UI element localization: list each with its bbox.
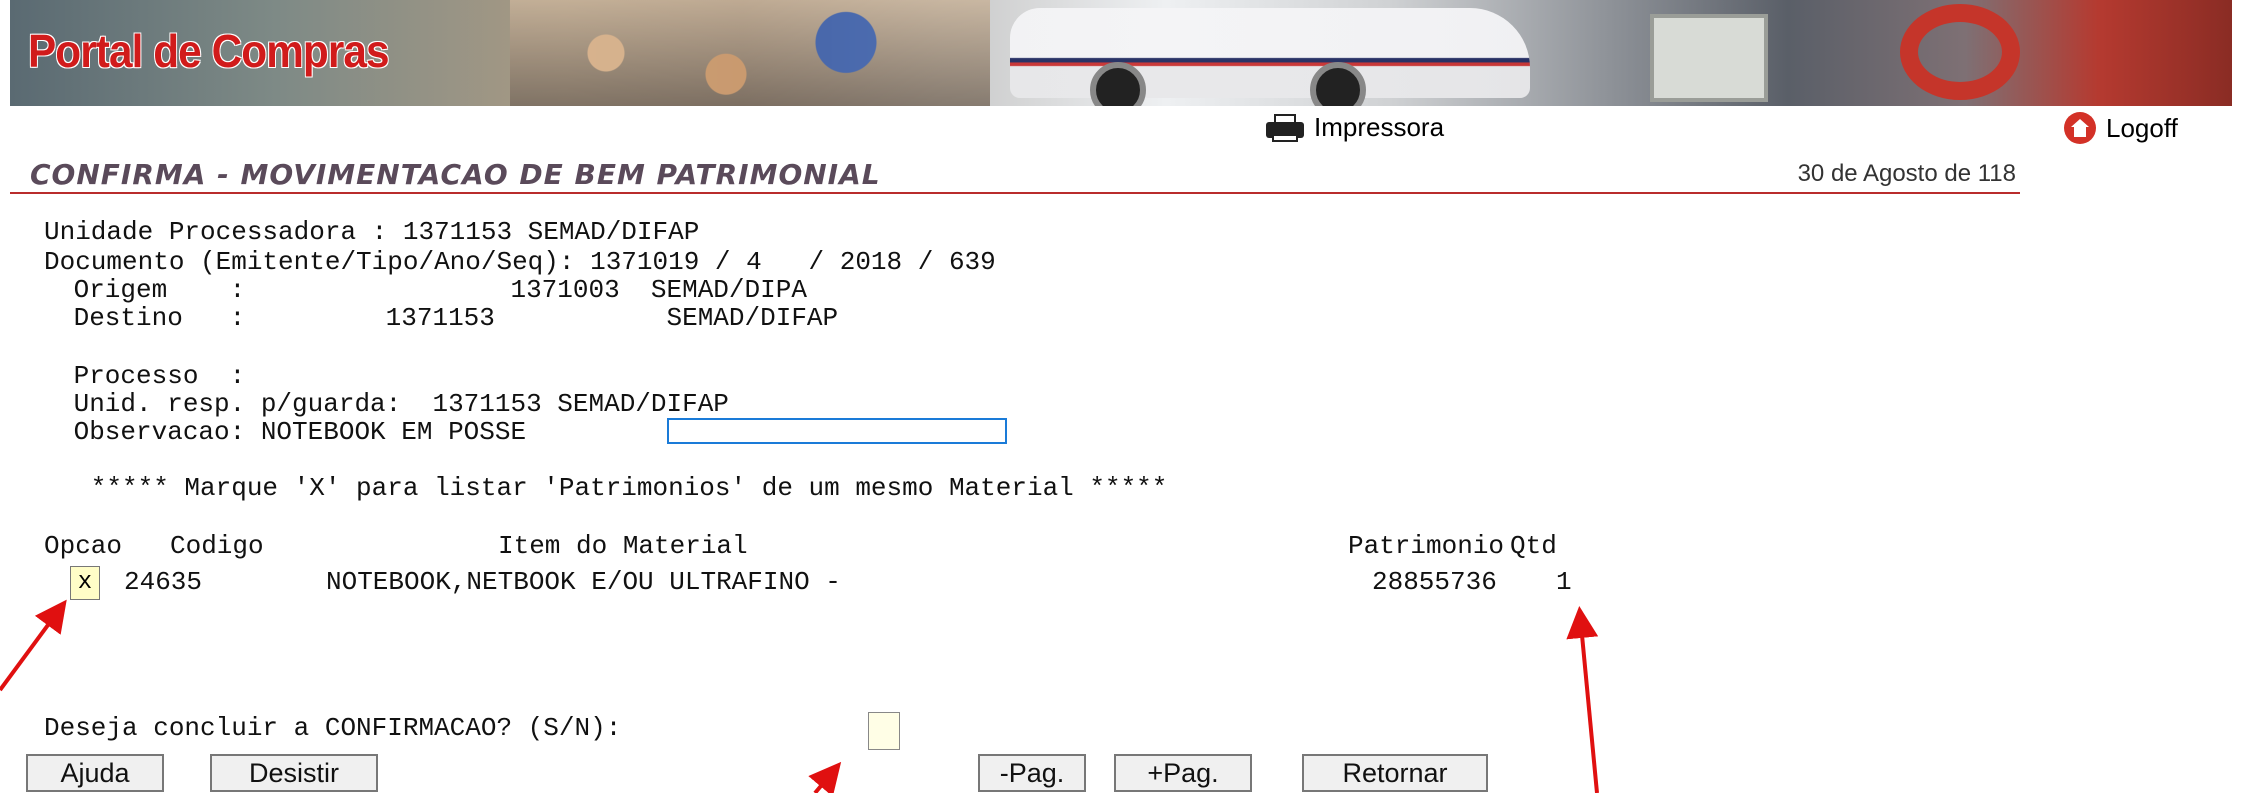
logoff-link[interactable]: Logoff <box>2064 112 2178 144</box>
processo: Processo : <box>58 361 246 391</box>
ajuda-button[interactable]: Ajuda <box>26 754 164 792</box>
desistir-button[interactable]: Desistir <box>210 754 378 792</box>
annotation-arrow <box>808 761 842 793</box>
row-patrimonio: 28855736 <box>1372 567 1497 597</box>
banner-photo-police-cars <box>1010 8 1530 98</box>
confirm-input[interactable] <box>868 712 900 750</box>
portal-title: Portal de Compras <box>28 25 390 77</box>
option-input[interactable]: x <box>70 566 100 600</box>
prev-page-button[interactable]: -Pag. <box>978 754 1086 792</box>
banner-photo-students <box>510 0 990 106</box>
print-label: Impressora <box>1314 112 1445 142</box>
origem: Origem : 1371003 SEMAD/DIPA <box>58 275 807 305</box>
annotation-arrow <box>1566 606 1599 793</box>
printer-icon <box>1266 113 1304 142</box>
confirm-question: Deseja concluir a CONFIRMACAO? (S/N): <box>44 713 622 743</box>
col-header-patrimonio: Patrimonio <box>1348 531 1505 561</box>
print-link[interactable]: Impressora <box>1266 112 1444 143</box>
observacao-label: Observacao: NOTEBOOK EM POSSE <box>58 417 527 447</box>
col-header-codigo: Codigo <box>170 531 264 561</box>
page-title: CONFIRMA - MOVIMENTACAO DE BEM PATRIMONI… <box>30 158 881 191</box>
annotation-arrow <box>0 599 67 692</box>
col-header-qtd: Qtd <box>1510 531 1557 561</box>
page-date: 30 de Agosto de 118 <box>1797 160 2016 187</box>
unidade-processadora: Unidade Processadora : 1371153 SEMAD/DIF… <box>44 217 700 247</box>
next-page-button[interactable]: +Pag. <box>1114 754 1252 792</box>
logoff-label: Logoff <box>2106 112 2178 143</box>
instruction-text: ***** Marque 'X' para listar 'Patrimonio… <box>44 473 1168 503</box>
header-banner: Portal de Compras <box>10 0 2232 106</box>
title-divider <box>10 192 2020 194</box>
at-symbol-logo <box>1900 4 2020 100</box>
row-item: NOTEBOOK,NETBOOK E/OU ULTRAFINO - <box>326 567 841 597</box>
documento: Documento (Emitente/Tipo/Ano/Seq): 13710… <box>44 247 996 277</box>
observacao-input[interactable] <box>667 418 1007 444</box>
row-codigo: 24635 <box>124 567 203 597</box>
col-header-item: Item do Material <box>498 531 748 561</box>
banner-photo-monitor <box>1650 14 1768 102</box>
col-header-opcao: Opcao <box>44 531 123 561</box>
row-qtd: 1 <box>1556 567 1572 597</box>
retornar-button[interactable]: Retornar <box>1302 754 1488 792</box>
destino: Destino : 1371153 SEMAD/DIFAP <box>58 303 839 333</box>
home-icon <box>2064 112 2096 144</box>
unid-resp-guarda: Unid. resp. p/guarda: 1371153 SEMAD/DIFA… <box>58 389 729 419</box>
